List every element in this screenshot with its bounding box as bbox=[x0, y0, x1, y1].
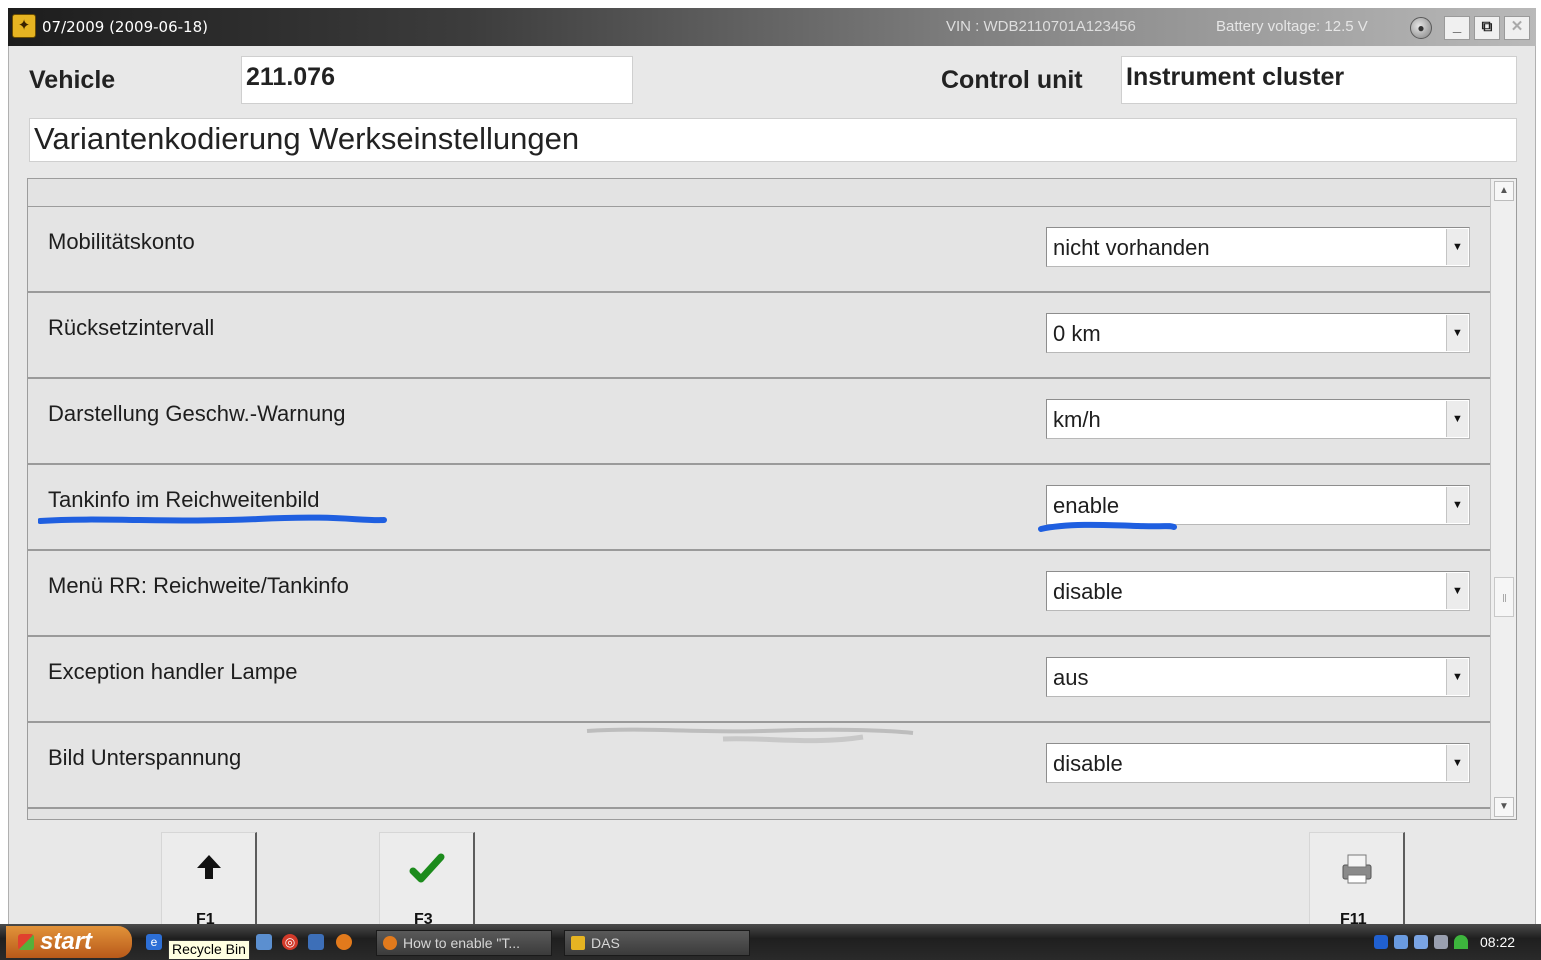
start-button[interactable]: start bbox=[6, 926, 132, 958]
chevron-down-icon[interactable]: ▼ bbox=[1446, 487, 1468, 523]
parameter-dropdown[interactable]: 0 km ▼ bbox=[1046, 313, 1470, 353]
chevron-down-icon[interactable]: ▼ bbox=[1446, 573, 1468, 609]
parameter-dropdown[interactable]: nicht vorhanden ▼ bbox=[1046, 227, 1470, 267]
list-header bbox=[28, 179, 1490, 207]
checkmark-icon bbox=[380, 851, 474, 896]
das-app-icon bbox=[571, 936, 585, 950]
internet-explorer-icon[interactable]: e bbox=[146, 934, 162, 950]
taskbar-item-das[interactable]: DAS bbox=[564, 930, 750, 956]
scroll-down-icon[interactable]: ▼ bbox=[1494, 797, 1514, 817]
parameter-label: Exception handler Lampe bbox=[48, 659, 298, 684]
firefox-icon bbox=[383, 936, 397, 950]
page-heading: Variantenkodierung Werkseinstellungen bbox=[29, 118, 1517, 162]
control-unit-field: Instrument cluster bbox=[1121, 56, 1517, 104]
coding-parameter-list: Mobilitätskonto nicht vorhanden ▼ Rückse… bbox=[27, 178, 1517, 820]
vehicle-field: 211.076 bbox=[241, 56, 633, 104]
start-label: start bbox=[40, 928, 93, 955]
close-button[interactable]: ✕ bbox=[1504, 16, 1530, 40]
list-item: Mobilitätskonto nicht vorhanden ▼ bbox=[28, 207, 1490, 293]
parameter-label: Tankinfo im Reichweitenbild bbox=[48, 487, 320, 512]
parameter-dropdown[interactable]: disable ▼ bbox=[1046, 743, 1470, 783]
vin-readout: VIN : WDB2110701A123456 bbox=[946, 18, 1136, 35]
vertical-scrollbar[interactable]: ▲ ▼ bbox=[1490, 179, 1516, 819]
device-icon[interactable] bbox=[1434, 935, 1448, 949]
parameter-label: Darstellung Geschw.-Warnung bbox=[48, 401, 346, 426]
dropdown-value: disable bbox=[1053, 751, 1123, 776]
f3-confirm-button[interactable]: F3 bbox=[379, 832, 475, 928]
parameter-dropdown[interactable]: disable ▼ bbox=[1046, 571, 1470, 611]
f11-print-button[interactable]: F11 bbox=[1309, 832, 1405, 928]
f1-back-button[interactable]: F1 bbox=[161, 832, 257, 928]
list-item: Darstellung Geschw.-Warnung km/h ▼ bbox=[28, 379, 1490, 465]
das-app-icon: ✦ bbox=[12, 14, 36, 38]
system-tray: 08:22 bbox=[1370, 926, 1541, 958]
window-title: 07/2009 (2009-06-18) bbox=[42, 18, 208, 36]
status-icon[interactable] bbox=[1454, 935, 1468, 949]
dropdown-value: enable bbox=[1053, 493, 1120, 518]
list-item: Exception handler Lampe aus ▼ bbox=[28, 637, 1490, 723]
recycle-bin-tooltip: Recycle Bin bbox=[168, 940, 250, 960]
taskbar-item-browser[interactable]: How to enable "T... bbox=[376, 930, 552, 956]
parameter-dropdown[interactable]: km/h ▼ bbox=[1046, 399, 1470, 439]
task-label: DAS bbox=[591, 935, 620, 951]
printer-icon bbox=[1310, 851, 1404, 896]
parameter-label: Menü RR: Reichweite/Tankinfo bbox=[48, 573, 349, 598]
scrollbar-thumb[interactable] bbox=[1494, 577, 1514, 617]
scroll-up-icon[interactable]: ▲ bbox=[1494, 181, 1514, 201]
watermark-smudge bbox=[586, 727, 914, 744]
connection-status-icon: ● bbox=[1410, 17, 1432, 39]
list-item: Bild Unterspannung disable ▼ bbox=[28, 723, 1490, 809]
taskbar: start e Recycle Bin ◎ How to enable "T..… bbox=[0, 924, 1541, 960]
windows-logo-icon bbox=[18, 934, 34, 950]
list-item: Menü RR: Reichweite/Tankinfo disable ▼ bbox=[28, 551, 1490, 637]
up-arrow-icon bbox=[162, 851, 256, 891]
chevron-down-icon[interactable]: ▼ bbox=[1446, 229, 1468, 265]
parameter-label: Mobilitätskonto bbox=[48, 229, 195, 254]
clock: 08:22 bbox=[1480, 934, 1516, 950]
restore-button[interactable]: ⧉ bbox=[1474, 16, 1500, 40]
parameter-dropdown[interactable]: enable ▼ bbox=[1046, 485, 1470, 525]
monitor-icon[interactable] bbox=[1414, 935, 1428, 949]
parameter-dropdown[interactable]: aus ▼ bbox=[1046, 657, 1470, 697]
chevron-down-icon[interactable]: ▼ bbox=[1446, 745, 1468, 781]
chevron-down-icon[interactable]: ▼ bbox=[1446, 659, 1468, 695]
desktop-icon[interactable] bbox=[256, 934, 272, 950]
title-bar: ✦ 07/2009 (2009-06-18) VIN : WDB2110701A… bbox=[8, 8, 1536, 46]
task-label: How to enable "T... bbox=[403, 935, 521, 951]
vehicle-label: Vehicle bbox=[29, 66, 116, 94]
target-app-icon[interactable]: ◎ bbox=[282, 934, 298, 950]
battery-voltage-readout: Battery voltage: 12.5 V bbox=[1216, 18, 1368, 35]
dropdown-value: km/h bbox=[1053, 407, 1101, 432]
control-unit-label: Control unit bbox=[941, 66, 1083, 94]
parameter-label: Bild Unterspannung bbox=[48, 745, 242, 770]
list-item: Tankinfo im Reichweitenbild enable ▼ bbox=[28, 465, 1490, 551]
main-window: Vehicle 211.076 Control unit Instrument … bbox=[8, 46, 1536, 928]
parameter-label: Rücksetzintervall bbox=[48, 315, 215, 340]
dropdown-value: disable bbox=[1053, 579, 1123, 604]
utility-icon[interactable] bbox=[308, 934, 324, 950]
firefox-icon[interactable] bbox=[336, 934, 352, 950]
connection-icon[interactable] bbox=[1394, 935, 1408, 949]
network-icon[interactable] bbox=[1374, 935, 1388, 949]
list-item: Rücksetzintervall 0 km ▼ bbox=[28, 293, 1490, 379]
chevron-down-icon[interactable]: ▼ bbox=[1446, 401, 1468, 437]
minimize-button[interactable]: _ bbox=[1444, 16, 1470, 40]
dropdown-value: 0 km bbox=[1053, 321, 1101, 346]
dropdown-value: aus bbox=[1053, 665, 1089, 690]
dropdown-value: nicht vorhanden bbox=[1053, 235, 1210, 260]
grip-icon bbox=[1503, 594, 1506, 602]
annotation-underline bbox=[38, 514, 387, 524]
chevron-down-icon[interactable]: ▼ bbox=[1446, 315, 1468, 351]
